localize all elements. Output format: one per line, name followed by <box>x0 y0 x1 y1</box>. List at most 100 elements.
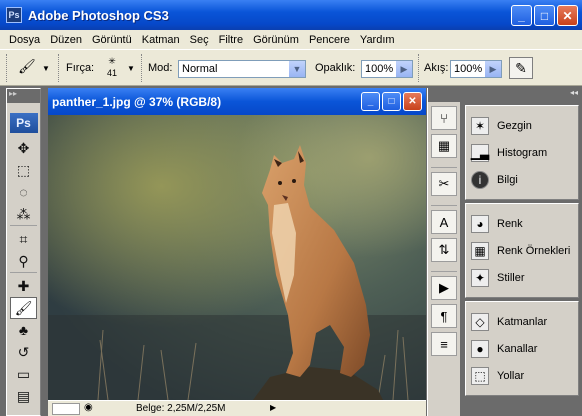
panel-item-paths[interactable]: ⬚ Yollar <box>466 362 578 389</box>
histogram-icon: ▁▃ <box>470 143 490 162</box>
document-size: Belge: 2,25M/2,25M <box>136 403 226 414</box>
minimize-button[interactable]: _ <box>511 5 532 26</box>
flow-label: Akış: <box>424 62 449 74</box>
ps-tools-logo[interactable]: Ps <box>9 113 38 133</box>
right-dock-header[interactable]: ◂◂ <box>462 88 582 102</box>
status-arrow-icon[interactable]: ▶ <box>270 403 276 412</box>
chevron-down-icon[interactable]: ▼ <box>289 61 305 77</box>
magic-wand-tool-icon[interactable]: ⁂ <box>7 203 40 225</box>
panel-label: Katmanlar <box>497 315 548 328</box>
panel-label: Kanallar <box>497 342 538 355</box>
flow-field[interactable]: 100% ▶ <box>450 60 502 78</box>
layers-icon: ◇ <box>471 312 489 331</box>
brush-tip-icon: ✳ <box>108 56 116 66</box>
options-grip[interactable] <box>6 54 9 82</box>
paths-icon: ⬚ <box>471 366 489 385</box>
image-canvas[interactable] <box>48 115 426 400</box>
navigator-icon: ✶ <box>471 116 489 135</box>
panel-label: Bilgi <box>497 173 518 186</box>
swatches-icon: ▦ <box>471 241 489 260</box>
panel-item-info[interactable]: i Bilgi <box>466 166 578 193</box>
airbrush-toggle-icon[interactable]: ✎ <box>509 57 533 79</box>
character-panel-icon[interactable]: A <box>431 210 457 234</box>
paragraph-panel-icon[interactable]: ⇅ <box>431 238 457 262</box>
panel-item-styles[interactable]: ✦ Stiller <box>466 264 578 291</box>
opacity-field[interactable]: 100% ▶ <box>361 60 413 78</box>
brush-preset-icon[interactable]: 🖌 <box>18 58 40 78</box>
mode-select[interactable]: Normal ▼ <box>178 60 306 78</box>
chevron-right-icon[interactable]: ▶ <box>485 61 501 77</box>
panel-item-layers[interactable]: ◇ Katmanlar <box>466 308 578 335</box>
maximize-button[interactable]: □ <box>534 5 555 26</box>
menu-filter[interactable]: Filtre <box>214 34 248 46</box>
eraser-tool-icon[interactable]: ▭ <box>7 363 40 385</box>
menu-select[interactable]: Seç <box>185 34 214 46</box>
close-button[interactable]: ✕ <box>557 5 578 26</box>
clone-source-panel-icon[interactable]: ✂ <box>431 172 457 196</box>
panel-item-histogram[interactable]: ▁▃ Histogram <box>466 139 578 166</box>
cougar-photo <box>48 115 426 400</box>
brushes-panel-icon[interactable]: ⑂ <box>431 106 457 130</box>
chevron-down-icon[interactable]: ▼ <box>42 64 50 73</box>
lasso-tool-icon[interactable]: ◌ <box>7 181 40 203</box>
tools-panel: ▸▸ Ps ✥ ⬚ ◌ ⁂ ⌗ ⚲ ✚ 🖌 ♣ ↺ ▭ ▤ <box>6 88 41 416</box>
flow-value: 100% <box>454 63 483 75</box>
chevron-right-icon[interactable]: ▶ <box>396 61 412 77</box>
color-icon: ◕ <box>471 214 489 233</box>
history-panel-icon[interactable]: ≡ <box>431 332 457 356</box>
photoshop-logo-icon: Ps <box>6 7 22 23</box>
move-tool-icon[interactable]: ✥ <box>7 137 40 159</box>
doc-maximize-button[interactable]: □ <box>382 92 401 111</box>
panel-label: Gezgin <box>497 119 532 132</box>
history-brush-tool-icon[interactable]: ↺ <box>7 341 40 363</box>
panel-item-channels[interactable]: ● Kanallar <box>466 335 578 362</box>
panel-label: Stiller <box>497 271 525 284</box>
tools-panel-header[interactable]: ▸▸ <box>7 89 40 103</box>
tool-presets-panel-icon[interactable]: ▦ <box>431 134 457 158</box>
brush-label: Fırça: <box>66 62 95 74</box>
clone-stamp-tool-icon[interactable]: ♣ <box>7 319 40 341</box>
window-controls: _ □ ✕ <box>511 5 578 26</box>
marquee-tool-icon[interactable]: ⬚ <box>7 159 40 181</box>
panel-item-swatches[interactable]: ▦ Renk Örnekleri <box>466 237 578 264</box>
opacity-label: Opaklık: <box>315 62 356 74</box>
menu-file[interactable]: Dosya <box>4 34 45 46</box>
crop-tool-icon[interactable]: ⌗ <box>7 228 40 250</box>
menu-window[interactable]: Pencere <box>304 34 355 46</box>
mode-value: Normal <box>182 63 218 75</box>
right-panel-dock: ◂◂ ✶ Gezgin ▁▃ Histogram i Bilgi ◕ Renk … <box>462 88 582 416</box>
paragraph-mark-icon[interactable]: ¶ <box>431 304 457 328</box>
chevron-down-icon[interactable]: ▼ <box>127 64 135 73</box>
options-divider <box>418 54 421 82</box>
status-menu-icon[interactable]: ◉ <box>84 402 93 413</box>
document-window-controls: _ □ ✕ <box>361 92 422 111</box>
brush-tool-icon[interactable]: 🖌 <box>10 297 37 319</box>
panel-item-navigator[interactable]: ✶ Gezgin <box>466 112 578 139</box>
panel-group-color: ◕ Renk ▦ Renk Örnekleri ✦ Stiller <box>465 203 579 298</box>
brush-picker[interactable]: ✳ 41 <box>102 55 122 79</box>
menu-image[interactable]: Görüntü <box>87 34 137 46</box>
status-bar: ◉ Belge: 2,25M/2,25M ▶ <box>48 400 426 416</box>
menu-layer[interactable]: Katman <box>137 34 185 46</box>
menu-edit[interactable]: Düzen <box>45 34 87 46</box>
doc-minimize-button[interactable]: _ <box>361 92 380 111</box>
dock-divider <box>431 196 457 206</box>
channels-icon: ● <box>471 339 489 358</box>
menu-help[interactable]: Yardım <box>355 34 400 46</box>
actions-panel-icon[interactable]: ▶ <box>431 276 457 300</box>
options-bar: 🖌 ▼ Fırça: ✳ 41 ▼ Mod: Normal ▼ Opaklık:… <box>0 49 582 86</box>
opacity-value: 100% <box>365 63 394 75</box>
gradient-tool-icon[interactable]: ▤ <box>7 385 40 407</box>
healing-brush-tool-icon[interactable]: ✚ <box>7 275 40 297</box>
menu-view[interactable]: Görünüm <box>248 34 304 46</box>
doc-close-button[interactable]: ✕ <box>403 92 422 111</box>
eyedropper-tool-icon[interactable]: ⚲ <box>7 250 40 272</box>
dock-divider <box>431 158 457 168</box>
dock-divider <box>431 262 457 272</box>
panel-item-color[interactable]: ◕ Renk <box>466 210 578 237</box>
app-title: Adobe Photoshop CS3 <box>28 7 169 23</box>
menu-bar: Dosya Düzen Görüntü Katman Seç Filtre Gö… <box>0 30 582 49</box>
dock-header[interactable] <box>428 88 460 102</box>
mode-label: Mod: <box>148 62 173 74</box>
zoom-field[interactable] <box>52 403 80 415</box>
